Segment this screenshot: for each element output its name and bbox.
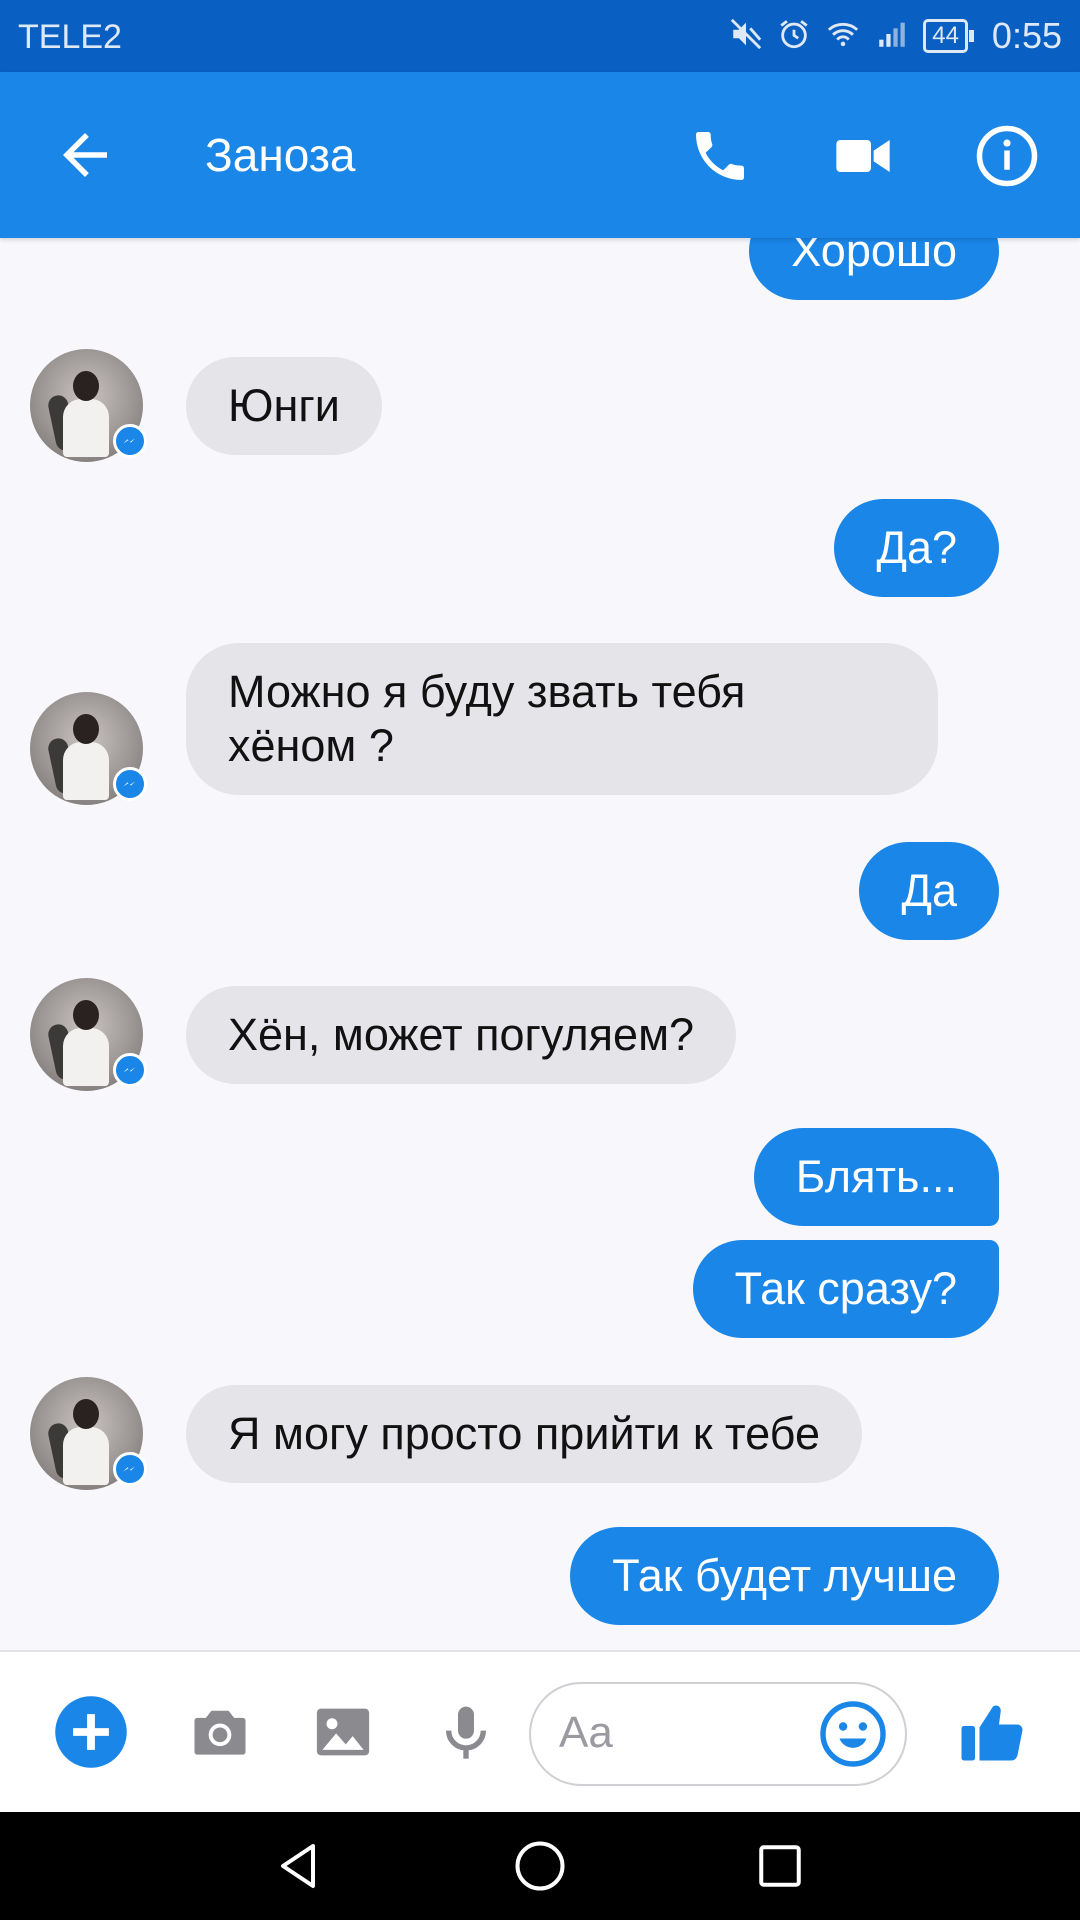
status-bar: TELE2 44 0:55 [0,0,1080,72]
phone-icon [696,132,744,180]
outgoing-message[interactable]: Так будет лучше [570,1527,999,1625]
nav-recents-button[interactable] [750,1836,810,1896]
video-camera-icon [836,140,890,172]
incoming-message[interactable]: Я могу просто прийти к тебе [186,1385,862,1483]
mute-icon [729,17,763,56]
wifi-icon [825,17,861,56]
contact-name[interactable]: Заноза [205,128,356,182]
camera-icon [194,1710,246,1755]
gallery-button[interactable] [303,1692,383,1772]
outgoing-message[interactable]: Да [859,842,999,940]
clock: 0:55 [991,15,1062,56]
emoji-button[interactable] [817,1698,889,1770]
incoming-message[interactable]: Можно я буду звать тебя хёном ? [186,643,938,795]
messenger-badge-icon [113,1452,147,1486]
nav-home-button[interactable] [510,1836,570,1896]
video-call-button[interactable] [823,116,903,196]
message-input[interactable]: Aa [529,1682,907,1786]
avatar[interactable] [30,978,147,1091]
outgoing-message[interactable]: Так сразу? [692,1240,999,1338]
messenger-badge-icon [113,767,147,801]
outgoing-message[interactable]: Блять... [753,1128,999,1226]
avatar[interactable] [30,692,147,805]
image-icon [316,1708,370,1756]
like-button[interactable] [953,1692,1033,1772]
messenger-badge-icon [113,1053,147,1087]
outgoing-message[interactable]: Да? [834,499,999,597]
home-circle-icon [515,1841,565,1891]
back-triangle-icon [281,1844,315,1888]
outgoing-message[interactable]: Хорошо [749,238,999,300]
incoming-message[interactable]: Юнги [186,357,382,455]
camera-button[interactable] [180,1692,260,1772]
avatar[interactable] [30,1377,147,1490]
status-icons: 44 0:55 [729,14,1062,58]
info-button[interactable] [967,116,1047,196]
message-input-placeholder: Aa [559,1708,613,1757]
more-actions-button[interactable] [51,1692,131,1772]
messenger-badge-icon [113,424,147,458]
signal-icon [875,17,909,56]
plus-icon [55,1696,127,1768]
alarm-icon [777,17,811,56]
avatar[interactable] [30,349,147,462]
battery-icon: 44 [923,19,974,53]
thumbs-up-icon [961,1705,1023,1761]
recents-square-icon [759,1845,801,1887]
incoming-message[interactable]: Хён, может погуляем? [186,986,737,1084]
composer-bar: Aa [0,1650,1080,1812]
call-button[interactable] [680,116,760,196]
system-navigation-bar [0,1812,1080,1920]
info-icon [976,125,1038,187]
message-list[interactable]: Хорошо Юнги Да? Можно я буду звать тебя … [0,238,1080,1650]
carrier-label: TELE2 [18,18,122,56]
nav-back-button[interactable] [268,1836,328,1896]
microphone-icon [446,1706,486,1759]
voice-record-button[interactable] [426,1692,506,1772]
back-button[interactable] [52,122,118,188]
conversation-header: Заноза [0,72,1080,238]
back-arrow-icon [63,133,107,177]
emoji-icon [820,1701,886,1767]
